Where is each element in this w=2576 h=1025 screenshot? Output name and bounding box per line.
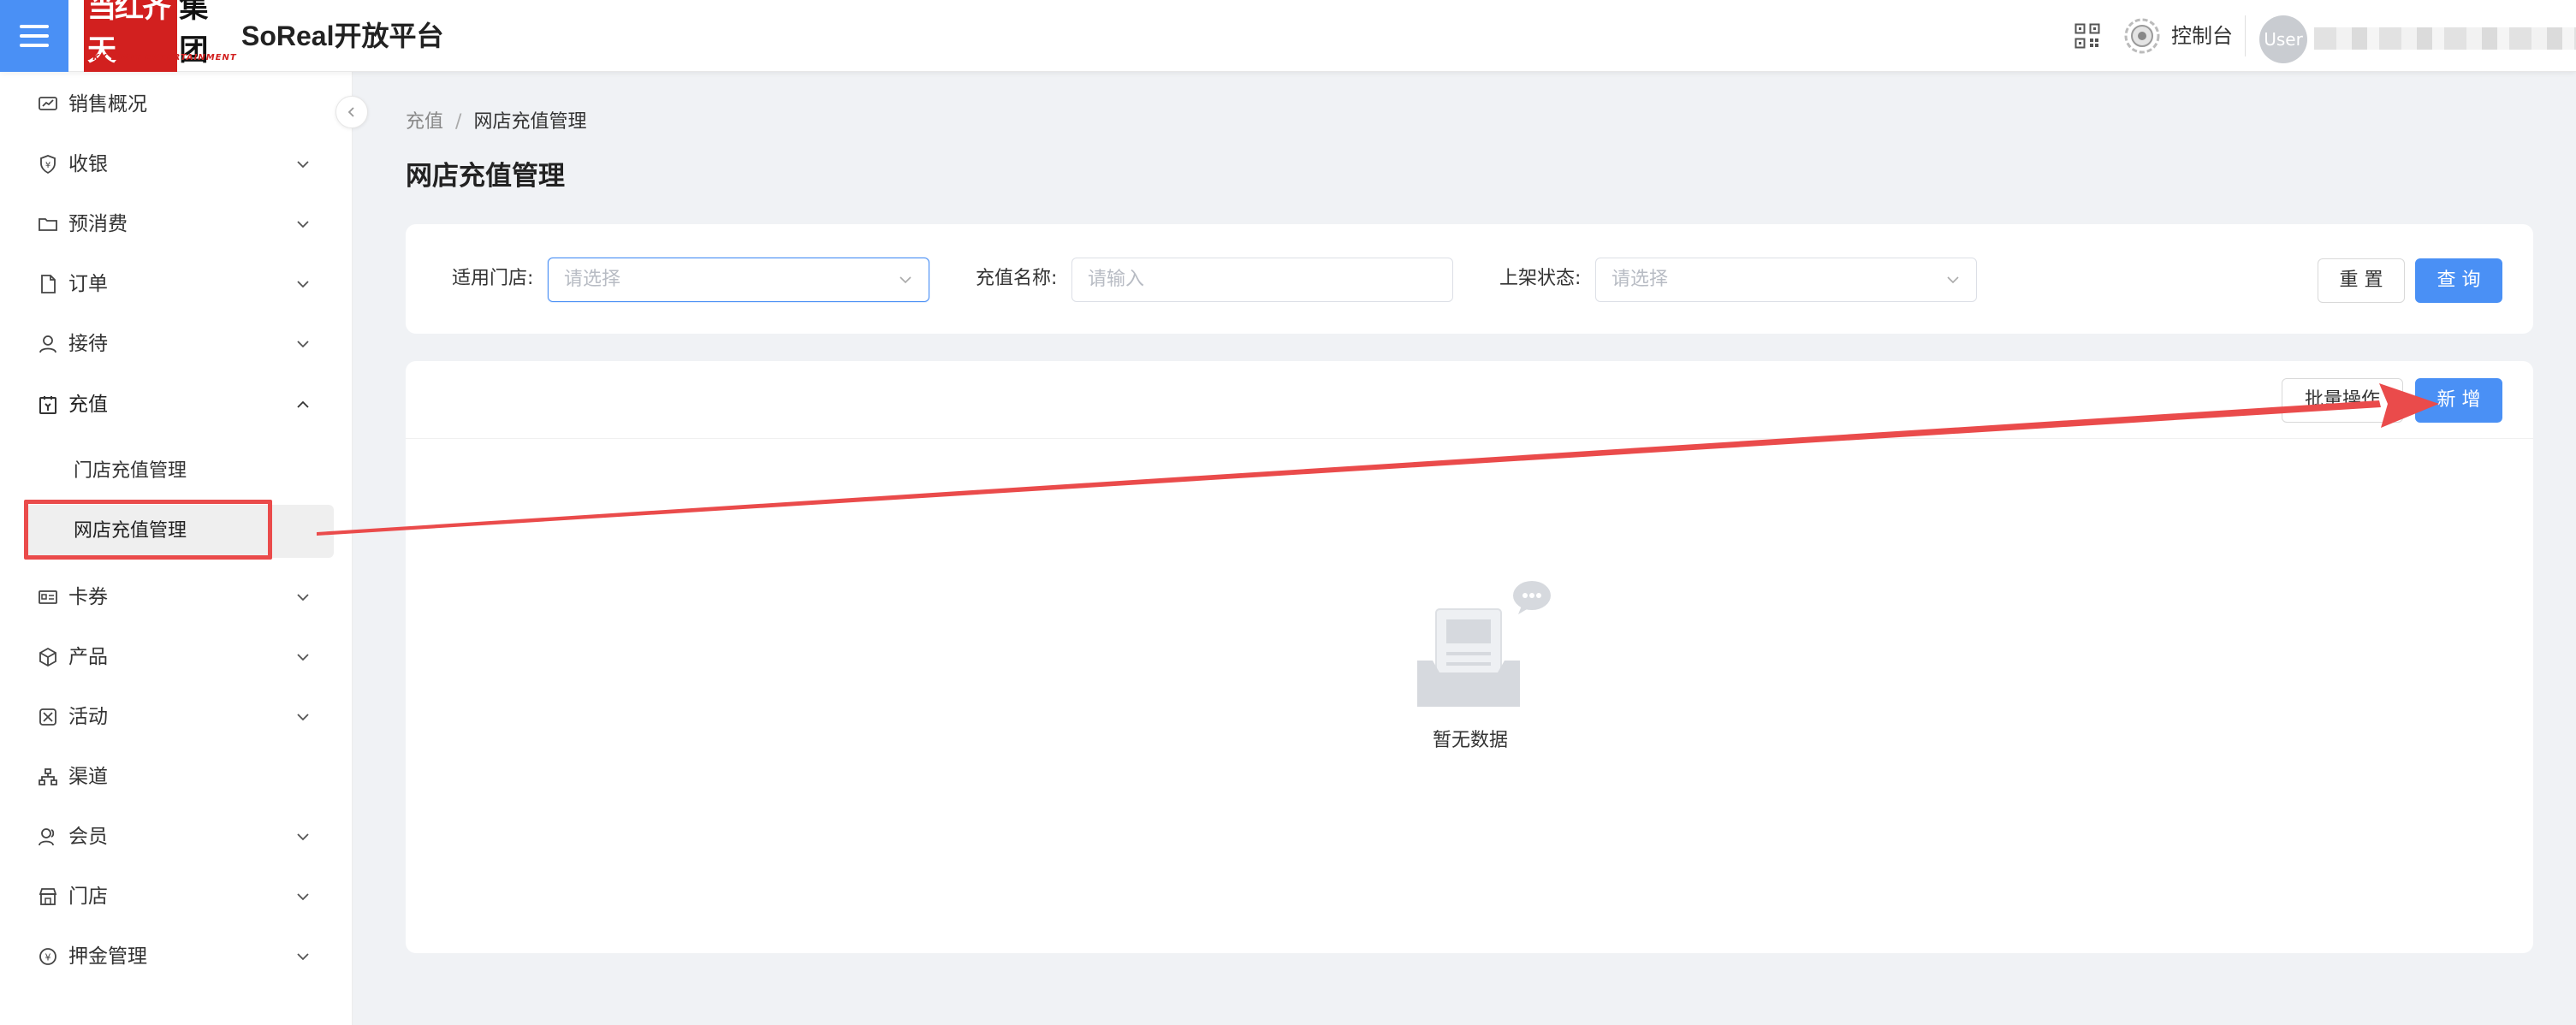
- menu-toggle-button[interactable]: [0, 0, 68, 72]
- breadcrumb-separator: /: [455, 111, 462, 133]
- console-icon[interactable]: [2123, 17, 2161, 55]
- list-header-divider: [406, 438, 2533, 439]
- brand-logo: 当红齐天 集团 SKY LIMIT ENTERTAINMENT: [84, 0, 236, 72]
- chevron-down-icon: [1947, 276, 1959, 284]
- store-select[interactable]: 请选择: [548, 258, 929, 302]
- filter-card: 适用门店: 请选择 充值名称: 请输入 上架状态: 请选择 重 置 查 询: [406, 224, 2533, 334]
- top-header: 当红齐天 集团 SKY LIMIT ENTERTAINMENT SoReal开放…: [0, 0, 2576, 72]
- name-input-placeholder: 请输入: [1088, 269, 1145, 290]
- document-icon: [41, 275, 56, 293]
- status-select-placeholder: 请选择: [1611, 269, 1669, 290]
- sidebar-item-label: 渠道: [68, 766, 108, 788]
- status-filter-label: 上架状态:: [1499, 268, 1582, 289]
- chevron-down-icon: [297, 893, 309, 901]
- sidebar-item-reception[interactable]: 接待: [0, 318, 353, 370]
- svg-text:¥: ¥: [45, 952, 51, 963]
- reset-button[interactable]: 重 置: [2318, 258, 2405, 303]
- name-input[interactable]: 请输入: [1071, 258, 1453, 302]
- status-select[interactable]: 请选择: [1595, 258, 1977, 302]
- sidebar-subitem-store-recharge[interactable]: 门店充值管理: [0, 445, 353, 498]
- chevron-down-icon: [899, 276, 911, 284]
- user-avatar[interactable]: User: [2259, 15, 2307, 63]
- sidebar-item-label: 产品: [68, 646, 108, 668]
- sales-overview-icon: [39, 97, 57, 110]
- product-cube-icon: [39, 647, 56, 667]
- chevron-down-icon: [297, 281, 309, 288]
- sidebar-item-orders[interactable]: 订单: [0, 258, 353, 310]
- query-button[interactable]: 查 询: [2415, 258, 2502, 303]
- hamburger-icon: [20, 25, 49, 47]
- user-icon: [39, 335, 56, 353]
- sidebar-item-label: 接待: [68, 333, 108, 355]
- empty-inbox-icon: [1417, 581, 1551, 707]
- sidebar-item-cashier[interactable]: ¥ 收银: [0, 139, 353, 190]
- add-button[interactable]: 新 增: [2415, 378, 2502, 423]
- sidebar-item-label: 订单: [68, 273, 108, 295]
- batch-operations-button[interactable]: 批量操作: [2282, 378, 2403, 423]
- channel-icon: [39, 768, 57, 785]
- chevron-down-icon: [297, 341, 309, 348]
- breadcrumb-parent[interactable]: 充值: [406, 108, 443, 137]
- members-icon: [39, 828, 55, 846]
- header-divider: [2245, 15, 2246, 56]
- qrcode-icon[interactable]: [2074, 23, 2100, 49]
- page-title: 网店充值管理: [406, 161, 565, 192]
- card-icon: [39, 590, 57, 604]
- activity-icon: [39, 708, 56, 726]
- name-filter-label: 充值名称:: [976, 268, 1058, 289]
- sidebar-item-label: 充值: [68, 394, 108, 416]
- recharge-icon: [39, 396, 56, 414]
- logo-subtitle: SKY LIMIT ENTERTAINMENT: [86, 53, 237, 62]
- sidebar-item-label: 押金管理: [68, 945, 147, 968]
- sidebar-item-sales-overview[interactable]: 销售概况: [0, 79, 353, 130]
- console-link[interactable]: 控制台: [2171, 22, 2233, 50]
- sidebar-item-label: 门店: [68, 886, 108, 908]
- chevron-down-icon: [297, 714, 309, 721]
- sidebar-item-stores[interactable]: 门店: [0, 871, 353, 922]
- store-icon: [39, 888, 57, 905]
- store-filter-label: 适用门店:: [452, 268, 534, 289]
- cashier-shield-icon: ¥: [40, 155, 56, 175]
- chevron-down-icon: [297, 594, 309, 601]
- sidebar-item-channels[interactable]: 渠道: [0, 751, 353, 803]
- breadcrumb: 充值 / 网店充值管理: [406, 108, 586, 137]
- store-select-placeholder: 请选择: [564, 269, 621, 290]
- chevron-down-icon: [297, 953, 309, 961]
- folder-icon: [39, 218, 57, 231]
- sidebar-collapse-button[interactable]: [335, 96, 368, 128]
- sidebar-item-pre-consume[interactable]: 预消费: [0, 198, 353, 250]
- svg-text:¥: ¥: [45, 161, 50, 170]
- chevron-down-icon: [297, 221, 309, 228]
- chevron-up-icon: [297, 400, 309, 408]
- chevron-down-icon: [297, 833, 309, 841]
- sidebar-item-label: 收银: [68, 153, 108, 175]
- annotation-highlight-box: [24, 500, 272, 560]
- sidebar-item-label: 卡券: [68, 586, 108, 608]
- sidebar-item-products[interactable]: 产品: [0, 631, 353, 683]
- sidebar-item-deposit[interactable]: ¥ 押金管理: [0, 931, 353, 982]
- sidebar-subitem-label: 门店充值管理: [74, 460, 187, 482]
- sidebar-item-coupons[interactable]: 卡券: [0, 572, 353, 623]
- redacted-username[interactable]: [2314, 27, 2576, 50]
- sidebar-item-members[interactable]: 会员: [0, 811, 353, 862]
- empty-state-text: 暂无数据: [1432, 730, 1508, 751]
- chevron-left-icon: [347, 107, 354, 117]
- deposit-icon: ¥: [39, 948, 56, 965]
- chevron-down-icon: [297, 161, 309, 169]
- sidebar-item-label: 会员: [68, 826, 108, 848]
- sidebar-item-recharge[interactable]: 充值: [0, 379, 353, 430]
- sidebar-item-label: 预消费: [68, 213, 128, 235]
- sidebar-item-activities[interactable]: 活动: [0, 691, 353, 743]
- breadcrumb-current: 网店充值管理: [473, 111, 587, 133]
- sidebar-item-label: 活动: [68, 706, 108, 728]
- app-title: SoReal开放平台: [241, 21, 444, 51]
- chevron-down-icon: [297, 654, 309, 661]
- sidebar-item-label: 销售概况: [68, 93, 147, 116]
